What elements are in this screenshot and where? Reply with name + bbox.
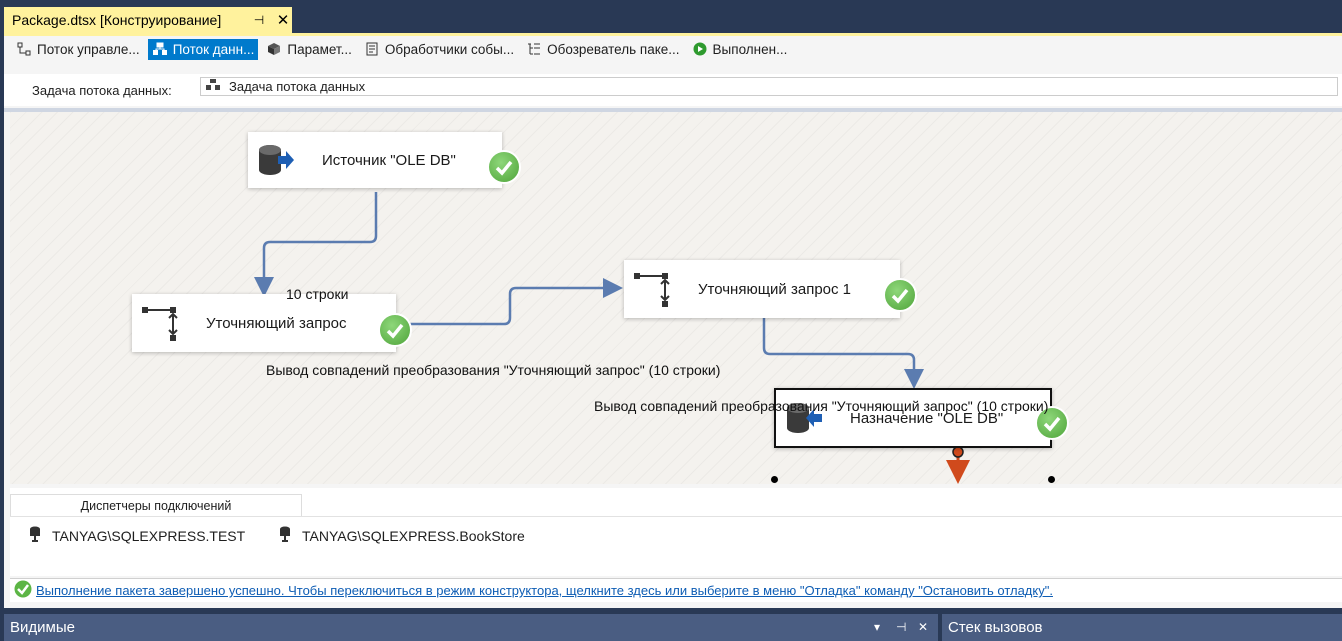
error-path-handle[interactable]	[952, 446, 964, 458]
tab-execution-results[interactable]: Выполнен...	[688, 39, 792, 60]
connection-managers-tab[interactable]: Диспетчеры подключений	[10, 494, 302, 516]
component-ole-db-source[interactable]: Источник "OLE DB"	[248, 132, 502, 188]
lookup-icon	[140, 303, 180, 343]
path-label: Вывод совпадений преобразования "Уточняю…	[266, 362, 721, 378]
status-bar: Выполнение пакета завершено успешно. Что…	[10, 578, 1342, 602]
parameters-icon	[266, 41, 282, 57]
document-tab-title: Package.dtsx [Конструирование]	[12, 12, 222, 28]
call-stack-panel-header[interactable]: Стек вызовов	[942, 614, 1342, 641]
divider	[10, 516, 1342, 517]
tab-label: Обозреватель паке...	[547, 41, 680, 57]
panel-title: Стек вызовов	[948, 619, 1043, 636]
tab-label: Выполнен...	[712, 41, 788, 57]
tab-control-flow[interactable]: Поток управле...	[12, 39, 144, 60]
control-flow-icon	[16, 41, 32, 57]
component-label: Уточняющий запрос 1	[698, 280, 852, 298]
selection-handle[interactable]	[771, 476, 778, 483]
tab-data-flow[interactable]: Поток данн...	[147, 38, 259, 60]
database-connection-icon	[28, 526, 42, 545]
path-source-to-lookup[interactable]	[254, 192, 378, 297]
task-selector-row: Задача потока данных: Задача потока данн…	[4, 74, 1342, 106]
tab-label: Поток данн...	[172, 41, 255, 57]
data-flow-canvas[interactable]: Источник "OLE DB" Уточняющий запрос Уточ…	[10, 112, 1342, 484]
success-check-icon	[883, 278, 917, 312]
data-flow-task-icon	[205, 79, 221, 94]
tab-parameters[interactable]: Парамет...	[262, 39, 356, 60]
tab-label: Обработчики собы...	[384, 41, 515, 57]
task-selector-label: Задача потока данных:	[32, 83, 172, 98]
success-check-icon	[487, 150, 521, 184]
success-check-icon	[14, 580, 32, 601]
component-ole-db-destination[interactable]: Назначение "OLE DB"	[774, 388, 1052, 448]
package-explorer-icon	[526, 41, 542, 57]
path-label: Вывод совпадений преобразования "Уточняю…	[594, 398, 1049, 414]
tab-label: Поток управле...	[37, 41, 140, 57]
designer-tabs: Поток управле... Поток данн... Парамет..…	[12, 38, 791, 60]
selection-handle[interactable]	[1048, 476, 1055, 483]
tab-event-handlers[interactable]: Обработчики собы...	[360, 39, 518, 60]
watch-panel-header[interactable]: Видимые ▾ ⊣ ✕	[4, 614, 938, 641]
path-label: 10 строки	[286, 286, 349, 302]
panel-title: Видимые	[10, 619, 75, 636]
event-handlers-icon	[364, 41, 380, 57]
lookup-icon	[632, 269, 672, 309]
ssis-designer-window: Package.dtsx [Конструирование] ⊣ ✕ Поток…	[0, 0, 1342, 641]
task-selector-dropdown[interactable]: Задача потока данных	[200, 77, 1338, 96]
execution-results-icon	[692, 41, 708, 57]
tab-package-explorer[interactable]: Обозреватель паке...	[522, 39, 683, 60]
connection-manager-label: TANYAG\SQLEXPRESS.BookStore	[302, 527, 525, 544]
component-lookup[interactable]: Уточняющий запрос	[132, 294, 396, 352]
success-check-icon	[378, 313, 412, 347]
stop-debugging-link[interactable]: Выполнение пакета завершено успешно. Что…	[36, 583, 1053, 598]
data-flow-icon	[152, 41, 168, 57]
pin-icon[interactable]: ⊣	[250, 13, 268, 27]
component-label: Источник "OLE DB"	[322, 151, 456, 169]
task-selector-value: Задача потока данных	[229, 79, 366, 94]
ole-db-source-icon	[256, 140, 296, 180]
component-lookup-1[interactable]: Уточняющий запрос 1	[624, 260, 900, 318]
path-lookup-to-lookup1[interactable]	[398, 278, 623, 326]
tab-label: Парамет...	[287, 41, 352, 57]
connection-manager-item[interactable]: TANYAG\SQLEXPRESS.BookStore	[278, 526, 525, 545]
document-tab[interactable]: Package.dtsx [Конструирование] ⊣ ✕	[4, 7, 292, 33]
dropdown-icon[interactable]: ▾	[874, 620, 880, 634]
pin-icon[interactable]: ⊣	[896, 620, 906, 634]
path-lookup1-to-destination[interactable]	[762, 318, 924, 389]
connection-manager-label: TANYAG\SQLEXPRESS.TEST	[52, 527, 246, 544]
database-connection-icon	[278, 526, 292, 545]
connection-managers-panel: Диспетчеры подключений TANYAG\SQLEXPRESS…	[10, 488, 1342, 576]
close-icon[interactable]: ✕	[918, 620, 928, 634]
close-icon[interactable]: ✕	[274, 11, 292, 29]
component-label: Уточняющий запрос	[206, 314, 347, 332]
designer-surface: Поток управле... Поток данн... Парамет..…	[4, 36, 1342, 608]
connection-manager-item[interactable]: TANYAG\SQLEXPRESS.TEST	[28, 526, 245, 545]
